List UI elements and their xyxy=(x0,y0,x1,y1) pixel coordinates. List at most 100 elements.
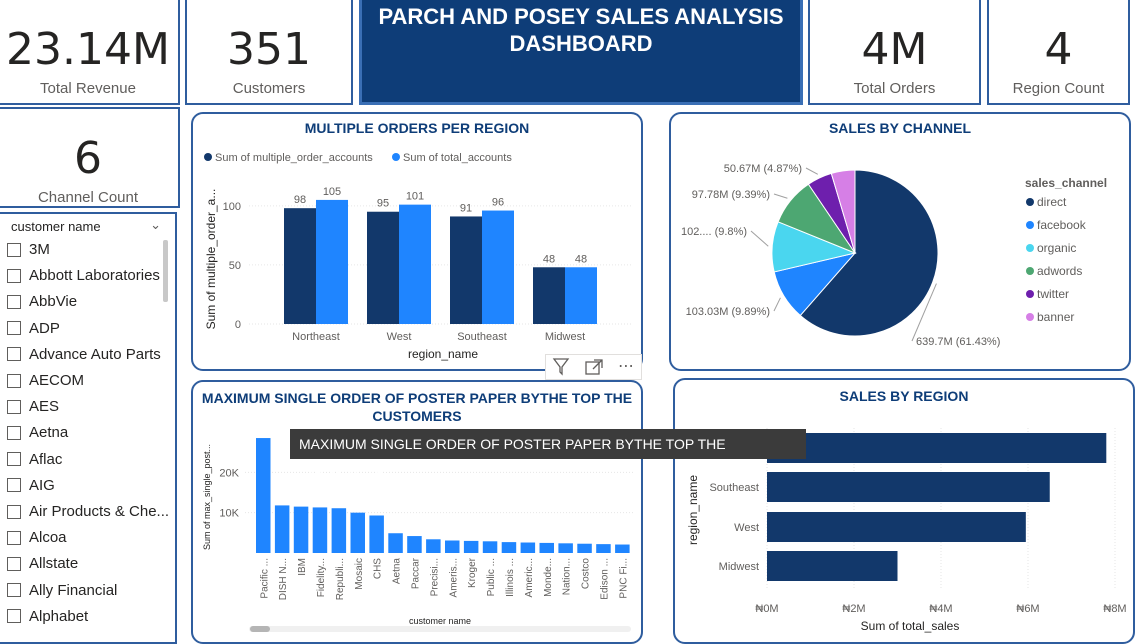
bar xyxy=(767,472,1050,502)
title-line-2: DASHBOARD xyxy=(509,31,653,56)
bar xyxy=(463,540,479,553)
focus-mode-icon[interactable] xyxy=(584,358,604,380)
slicer-item[interactable]: AES xyxy=(7,398,59,415)
x-tick-label: Americ... xyxy=(524,558,535,597)
checkbox[interactable] xyxy=(7,399,21,414)
kpi-region-count[interactable]: 4 Region Count xyxy=(987,0,1130,105)
slicer-item[interactable]: Air Products & Che... xyxy=(7,503,169,520)
checkbox[interactable] xyxy=(7,242,21,257)
leader-line xyxy=(773,297,781,312)
x-tick-label: Illinois ... xyxy=(505,558,516,597)
chart-multiple-orders[interactable]: MULTIPLE ORDERS PER REGION Sum of multip… xyxy=(191,112,643,371)
checkbox[interactable] xyxy=(7,347,21,362)
checkbox[interactable] xyxy=(7,294,21,309)
checkbox[interactable] xyxy=(7,556,21,571)
slicer-item[interactable]: ADP xyxy=(7,320,60,337)
slicer-item[interactable]: Alcoa xyxy=(7,529,67,546)
slicer-item[interactable]: Abbott Laboratories xyxy=(7,267,160,284)
slicer-item-label: Ally Financial xyxy=(29,581,118,599)
x-axis-label: customer name xyxy=(409,616,471,626)
slicer-item-label: Abbott Laboratories xyxy=(29,267,160,285)
slicer-scrollbar[interactable] xyxy=(163,240,168,302)
data-label: 639.7M (61.43%) xyxy=(916,336,1000,348)
kpi-value: 4 xyxy=(1044,24,1073,75)
chart-sales-by-channel[interactable]: SALES BY CHANNEL 639.7M (61.43%) 103.03M … xyxy=(669,112,1131,371)
slicer-item[interactable]: AIG xyxy=(7,477,55,494)
bar xyxy=(565,267,597,324)
checkbox[interactable] xyxy=(7,478,21,493)
slicer-item[interactable]: AbbVie xyxy=(7,293,77,310)
x-tick-label: Northeast xyxy=(292,331,340,343)
chart-max-single-order[interactable]: MAXIMUM SINGLE ORDER OF POSTER PAPER BYT… xyxy=(191,380,643,644)
checkbox[interactable] xyxy=(7,452,21,467)
bar xyxy=(399,204,431,324)
slicer-item-label: Aflac xyxy=(29,450,63,468)
bar xyxy=(558,543,573,553)
x-tick-label: ₦4M xyxy=(929,603,952,615)
data-label: 97.78M (9.39%) xyxy=(692,189,770,201)
slicer-item[interactable]: Advance Auto Parts xyxy=(7,346,161,363)
legend-label: banner xyxy=(1037,310,1074,324)
checkbox[interactable] xyxy=(7,530,21,545)
bar xyxy=(615,544,630,553)
slicer-item[interactable]: 3M xyxy=(7,241,50,258)
chevron-down-icon[interactable]: ⌄ xyxy=(150,217,161,233)
max-single-order-svg: 10K 20K Sum of max_single_post... Pacific .… xyxy=(202,438,633,632)
bar xyxy=(577,543,592,553)
kpi-total-revenue[interactable]: 23.14M Total Revenue xyxy=(0,0,180,105)
more-options-icon[interactable]: ⋯ xyxy=(618,356,634,375)
y-tick-label: Southeast xyxy=(709,482,759,494)
x-tick-label: DISH N... xyxy=(278,558,289,600)
y-tick-label: 10K xyxy=(219,508,239,520)
chart-sales-by-region[interactable]: SALES BY REGION ₦0M ₦2M ₦4M ₦6M ₦8M Sum of to… xyxy=(673,378,1135,644)
legend-label: Sum of multiple_order_accounts xyxy=(215,152,373,164)
slicer-item[interactable]: Allstate xyxy=(7,555,78,572)
slicer-header[interactable]: customer name ⌄ xyxy=(11,217,161,234)
x-tick-label: CHS xyxy=(373,558,384,579)
checkbox[interactable] xyxy=(7,609,21,624)
checkbox[interactable] xyxy=(7,425,21,440)
y-tick-label: 50 xyxy=(229,260,241,272)
bar xyxy=(293,506,309,553)
checkbox[interactable] xyxy=(7,268,21,283)
slicer-item[interactable]: Aetna xyxy=(7,424,68,441)
bar xyxy=(367,211,399,324)
leader-line xyxy=(773,193,788,199)
slicer-item-label: Alcoa xyxy=(29,529,67,547)
bar xyxy=(445,540,460,553)
slicer-item-label: AES xyxy=(29,398,60,416)
slicer-item[interactable]: Aflac xyxy=(7,451,62,468)
x-tick-label: Precisi... xyxy=(429,558,440,596)
data-label: 102.... (9.8%) xyxy=(681,226,747,238)
x-tick-label: Pacific ... xyxy=(259,558,270,599)
bar xyxy=(426,539,441,553)
x-tick-label: Republi... xyxy=(335,558,346,600)
x-tick-label: Monde... xyxy=(543,558,554,597)
kpi-total-orders[interactable]: 4M Total Orders xyxy=(808,0,981,105)
checkbox[interactable] xyxy=(7,583,21,598)
legend-marker xyxy=(1026,290,1034,298)
slicer-item[interactable]: AECOM xyxy=(7,372,84,389)
slicer-item[interactable]: Alphabet xyxy=(7,608,88,625)
kpi-customers[interactable]: 351 Customers xyxy=(185,0,353,105)
bar xyxy=(596,544,611,553)
kpi-channel-count[interactable]: 6 Channel Count xyxy=(0,107,180,208)
legend-label: facebook xyxy=(1037,218,1087,232)
customer-slicer[interactable]: customer name ⌄ 3M Abbott Laboratories Abb… xyxy=(0,212,177,644)
chart-tooltip: MAXIMUM SINGLE ORDER OF POSTER PAPER BYT… xyxy=(290,429,806,482)
data-label: 101 xyxy=(406,191,424,203)
slicer-item-label: Alphabet xyxy=(29,607,89,625)
bar xyxy=(520,542,536,553)
kpi-label: Region Count xyxy=(1012,80,1105,97)
kpi-value: 4M xyxy=(861,24,928,75)
x-tick-label: Costco xyxy=(581,558,592,590)
checkbox[interactable] xyxy=(7,321,21,336)
checkbox[interactable] xyxy=(7,504,21,519)
visual-header: ⋯ xyxy=(545,354,642,380)
filter-icon[interactable] xyxy=(552,356,570,380)
checkbox[interactable] xyxy=(7,373,21,388)
bar xyxy=(482,541,498,553)
x-tick-label: Public ... xyxy=(486,558,497,596)
data-label: 50.67M (4.87%) xyxy=(724,163,802,175)
slicer-item[interactable]: Ally Financial xyxy=(7,582,117,599)
